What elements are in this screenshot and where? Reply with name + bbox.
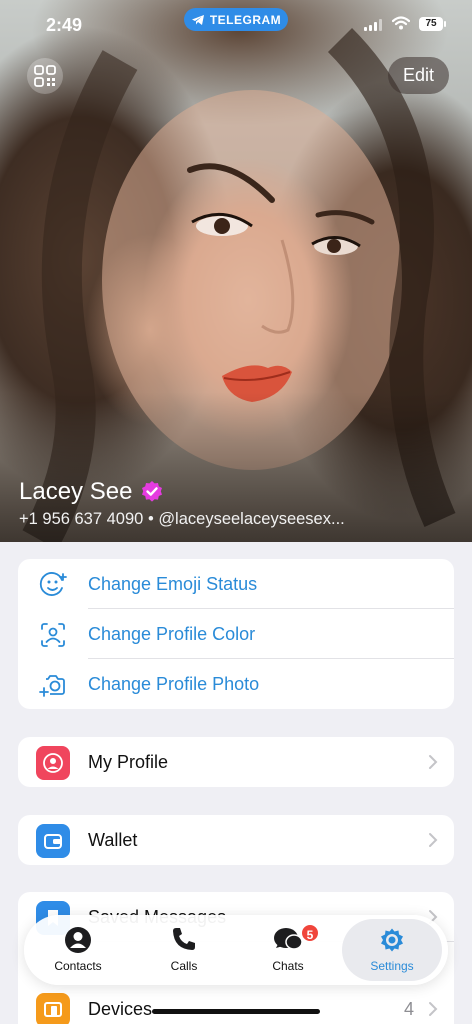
battery-icon: 75 [419, 17, 446, 31]
home-indicator [152, 1009, 320, 1014]
change-profile-color-label: Change Profile Color [88, 624, 256, 644]
tab-settings[interactable]: Settings [342, 919, 442, 981]
wallet-card: Wallet [18, 815, 454, 865]
change-emoji-status-label: Change Emoji Status [88, 574, 258, 594]
status-bar: 2:49 TELEGRAM 75 [0, 0, 472, 50]
tab-calls-label: Calls [170, 959, 198, 973]
emoji-status-icon [36, 568, 70, 602]
tab-chats[interactable]: 5 Chats [238, 915, 338, 985]
chevron-right-icon [429, 1002, 438, 1016]
verified-badge-icon[interactable] [140, 480, 164, 504]
profile-actions-card: Change Emoji Status Change Profile Color… [18, 559, 454, 709]
contacts-icon [65, 927, 91, 953]
profile-name-row: Lacey See [19, 478, 164, 506]
change-profile-photo-row[interactable]: Change Profile Photo [18, 659, 454, 709]
devices-icon-wrap [36, 993, 70, 1024]
wallet-label: Wallet [88, 830, 138, 850]
telegram-plane-icon [191, 14, 204, 25]
devices-icon [36, 993, 70, 1024]
wallet-row[interactable]: Wallet [18, 815, 454, 865]
tab-contacts-label: Contacts [54, 959, 102, 973]
tab-calls[interactable]: Calls [134, 915, 234, 985]
profile-username[interactable]: @laceyseelaceyseesex... [158, 510, 344, 528]
tab-settings-label: Settings [370, 959, 414, 973]
status-time: 2:49 [46, 15, 83, 35]
tab-chats-label: Chats [272, 959, 304, 973]
my-profile-label: My Profile [88, 752, 169, 772]
profile-phone[interactable]: +1 956 637 4090 [19, 510, 143, 528]
profile-subtitle: +1 956 637 4090 • @laceyseelaceyseesex..… [19, 510, 345, 529]
telegram-pill-label: TELEGRAM [209, 12, 282, 27]
change-emoji-status-row[interactable]: Change Emoji Status [18, 559, 454, 609]
settings-gear-icon [381, 928, 403, 952]
subtitle-separator: • [147, 510, 159, 528]
phone-icon [173, 928, 195, 950]
devices-label: Devices [88, 999, 153, 1019]
profile-photo[interactable]: 2:49 TELEGRAM 75 Edit Lacey See +1 956 6… [0, 0, 472, 542]
wallet-icon-wrap [36, 824, 70, 858]
telegram-pill[interactable]: TELEGRAM [184, 8, 288, 31]
wifi-icon [392, 16, 410, 30]
change-profile-color-row[interactable]: Change Profile Color [18, 609, 454, 659]
my-profile-icon-wrap [36, 746, 70, 780]
chevron-right-icon [429, 833, 438, 847]
tab-bar: Contacts Calls 5 Chats Settings [24, 915, 448, 985]
chats-unread-badge: 5 [300, 923, 320, 943]
profile-color-icon [36, 618, 70, 652]
tab-contacts[interactable]: Contacts [28, 915, 128, 985]
devices-row[interactable]: Devices 4 [18, 984, 454, 1024]
devices-count: 4 [403, 999, 414, 1019]
signal-icon [364, 19, 382, 31]
camera-add-icon [36, 668, 70, 702]
my-profile-card: My Profile [18, 737, 454, 787]
qr-code-icon [34, 65, 56, 87]
edit-button[interactable]: Edit [388, 57, 449, 94]
chevron-right-icon [429, 755, 438, 769]
my-profile-row[interactable]: My Profile [18, 737, 454, 787]
chats-icon [274, 928, 303, 950]
profile-name: Lacey See [19, 478, 133, 505]
qr-code-button[interactable] [27, 58, 63, 94]
person-icon [36, 746, 70, 780]
wallet-icon [36, 824, 70, 858]
change-profile-photo-label: Change Profile Photo [88, 674, 260, 694]
